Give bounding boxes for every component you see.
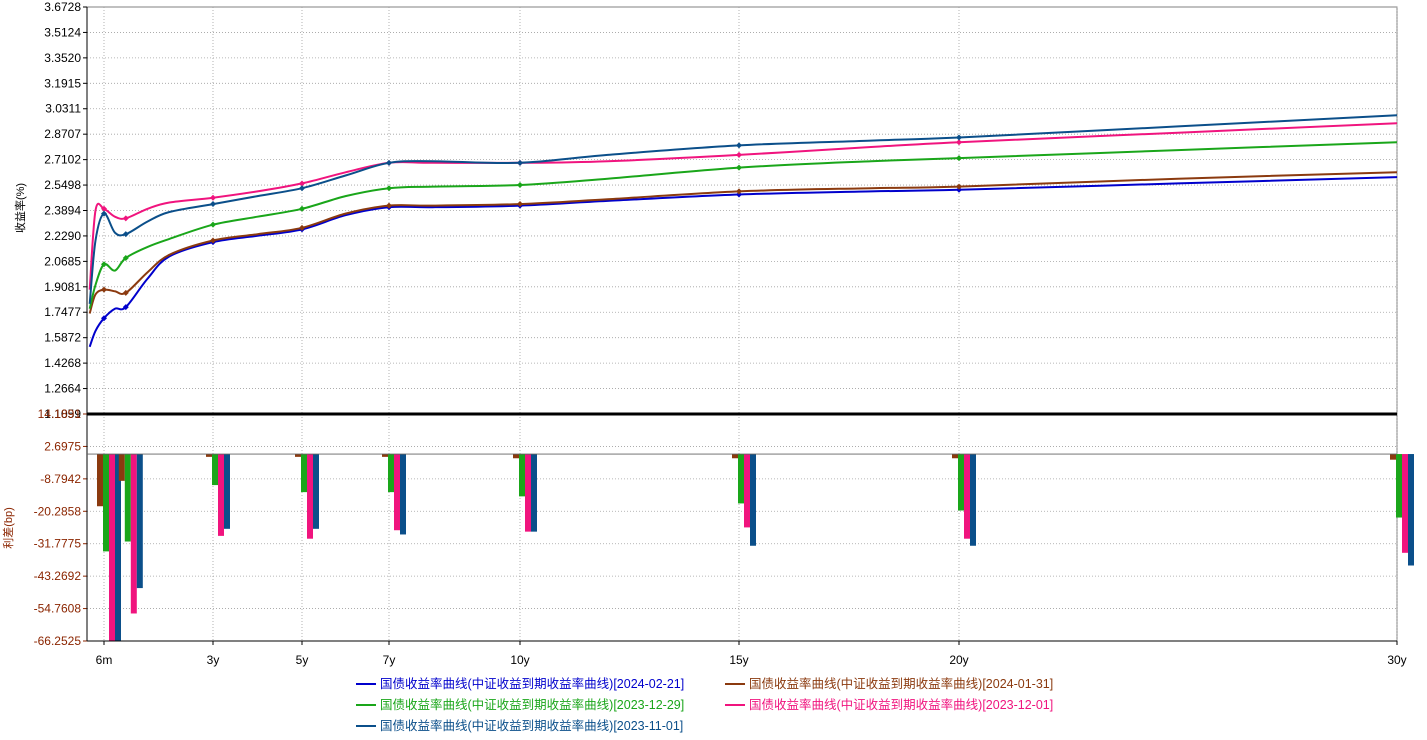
- spread-bar: [744, 454, 750, 528]
- top-y-tick-label: 3.5124: [44, 25, 81, 39]
- spread-bar: [224, 454, 230, 529]
- legend-label: 国债收益率曲线(中证收益到期收益率曲线)[2023-12-01]: [749, 697, 1053, 712]
- legend-label: 国债收益率曲线(中证收益到期收益率曲线)[2023-12-29]: [380, 697, 684, 712]
- bottom-y-tick-label: -54.7608: [34, 602, 82, 616]
- spread-bar: [97, 454, 103, 507]
- top-y-axis-title: 收益率(%): [13, 183, 27, 233]
- x-tick-label: 3y: [207, 653, 220, 667]
- spread-bar: [952, 454, 958, 459]
- spread-bar: [109, 454, 115, 641]
- bottom-y-tick-label: 14.1891: [38, 407, 82, 421]
- x-tick-labels: 6m 3y 5y 7y 10y 15y 20y 30y: [96, 653, 1407, 667]
- spread-bar: [388, 454, 394, 493]
- top-y-tick-label: 3.0311: [45, 102, 81, 116]
- bottom-panel-grid: [86, 413, 1398, 642]
- spread-bar: [130, 454, 137, 614]
- x-tick-label: 7y: [383, 653, 396, 667]
- spread-bar: [218, 454, 224, 536]
- top-y-tick-label: 1.4268: [44, 356, 81, 370]
- top-y-tick-label: 1.2664: [44, 382, 81, 396]
- spread-bar: [103, 454, 109, 552]
- spread-bar: [1402, 454, 1408, 553]
- spread-bar: [382, 454, 388, 457]
- spread-bar: [206, 454, 212, 457]
- legend: 国债收益率曲线(中证收益到期收益率曲线)[2024-02-21] 国债收益率曲线(…: [356, 676, 1053, 733]
- spread-bar: [1390, 454, 1396, 460]
- bottom-y-tick-label: -43.2692: [34, 569, 82, 583]
- spread-bar: [307, 454, 313, 539]
- bottom-y-axis-title: 利差(bp): [1, 507, 15, 549]
- spread-bar: [732, 454, 738, 459]
- legend-label: 国债收益率曲线(中证收益到期收益率曲线)[2023-11-01]: [380, 718, 683, 733]
- top-y-tick-label: 2.8707: [44, 127, 81, 141]
- top-y-tick-label: 2.2290: [44, 229, 81, 243]
- top-y-tick-label: 1.5872: [44, 331, 81, 345]
- legend-label: 国债收益率曲线(中证收益到期收益率曲线)[2024-01-31]: [749, 676, 1053, 691]
- spread-bar: [531, 454, 537, 532]
- top-y-tick-label: 2.5498: [44, 178, 81, 192]
- spread-bar: [115, 454, 121, 641]
- spread-bar: [124, 454, 131, 542]
- spread-bar: [525, 454, 531, 532]
- spread-bar: [295, 454, 301, 457]
- top-y-tick-label: 2.3894: [44, 203, 81, 217]
- spread-bar: [400, 454, 406, 535]
- spread-bar: [301, 454, 307, 493]
- spread-bar: [394, 454, 400, 531]
- spread-bar: [958, 454, 964, 511]
- spread-bar: [1396, 454, 1402, 518]
- spread-bar: [212, 454, 218, 486]
- x-tick-label: 5y: [296, 653, 309, 667]
- x-tick-label: 30y: [1387, 653, 1406, 667]
- top-y-tick-labels: 3.6728 3.5124 3.3520 3.1915 3.0311 2.8707 2.71…: [44, 0, 81, 421]
- bottom-y-tick-label: -66.2525: [34, 634, 82, 648]
- spread-bar: [118, 454, 125, 481]
- top-y-tick-label: 3.1915: [44, 76, 81, 90]
- top-y-tick-label: 2.7102: [44, 153, 81, 167]
- bottom-y-tick-label: -8.7942: [40, 472, 81, 486]
- spread-bar: [750, 454, 756, 546]
- spread-bar: [970, 454, 976, 546]
- bottom-y-tick-label: -31.7775: [34, 537, 82, 551]
- top-y-tick-label: 1.9081: [44, 280, 81, 294]
- yield-curve-chart: 3.6728 3.5124 3.3520 3.1915 3.0311 2.8707 2.71…: [0, 0, 1427, 735]
- top-y-tick-label: 2.0685: [44, 254, 81, 268]
- spread-bar: [313, 454, 319, 529]
- top-y-tick-label: 3.3520: [44, 51, 81, 65]
- chart-canvas: 3.6728 3.5124 3.3520 3.1915 3.0311 2.8707 2.71…: [1, 0, 1414, 733]
- spread-bar: [738, 454, 744, 504]
- top-y-tick-label: 3.6728: [44, 0, 81, 14]
- bottom-y-tick-labels: 14.1891 2.6975 -8.7942 -20.2858 -31.7775 -43.…: [34, 407, 82, 648]
- spread-bar: [964, 454, 970, 539]
- bottom-y-tick-label: 2.6975: [44, 439, 81, 453]
- spread-bar: [513, 454, 519, 459]
- bottom-y-tick-label: -20.2858: [34, 504, 82, 518]
- top-y-tick-label: 1.7477: [44, 305, 81, 319]
- spread-bar: [136, 454, 143, 589]
- x-tick-label: 10y: [510, 653, 529, 667]
- x-tick-label: 15y: [729, 653, 748, 667]
- spread-bar: [519, 454, 525, 497]
- top-panel-grid: [86, 6, 1398, 415]
- bottom-panel-frame: [86, 413, 1398, 642]
- x-tick-label: 6m: [96, 653, 113, 667]
- x-tick-label: 20y: [949, 653, 968, 667]
- legend-label: 国债收益率曲线(中证收益到期收益率曲线)[2024-02-21]: [380, 676, 684, 691]
- spread-bar: [1408, 454, 1414, 566]
